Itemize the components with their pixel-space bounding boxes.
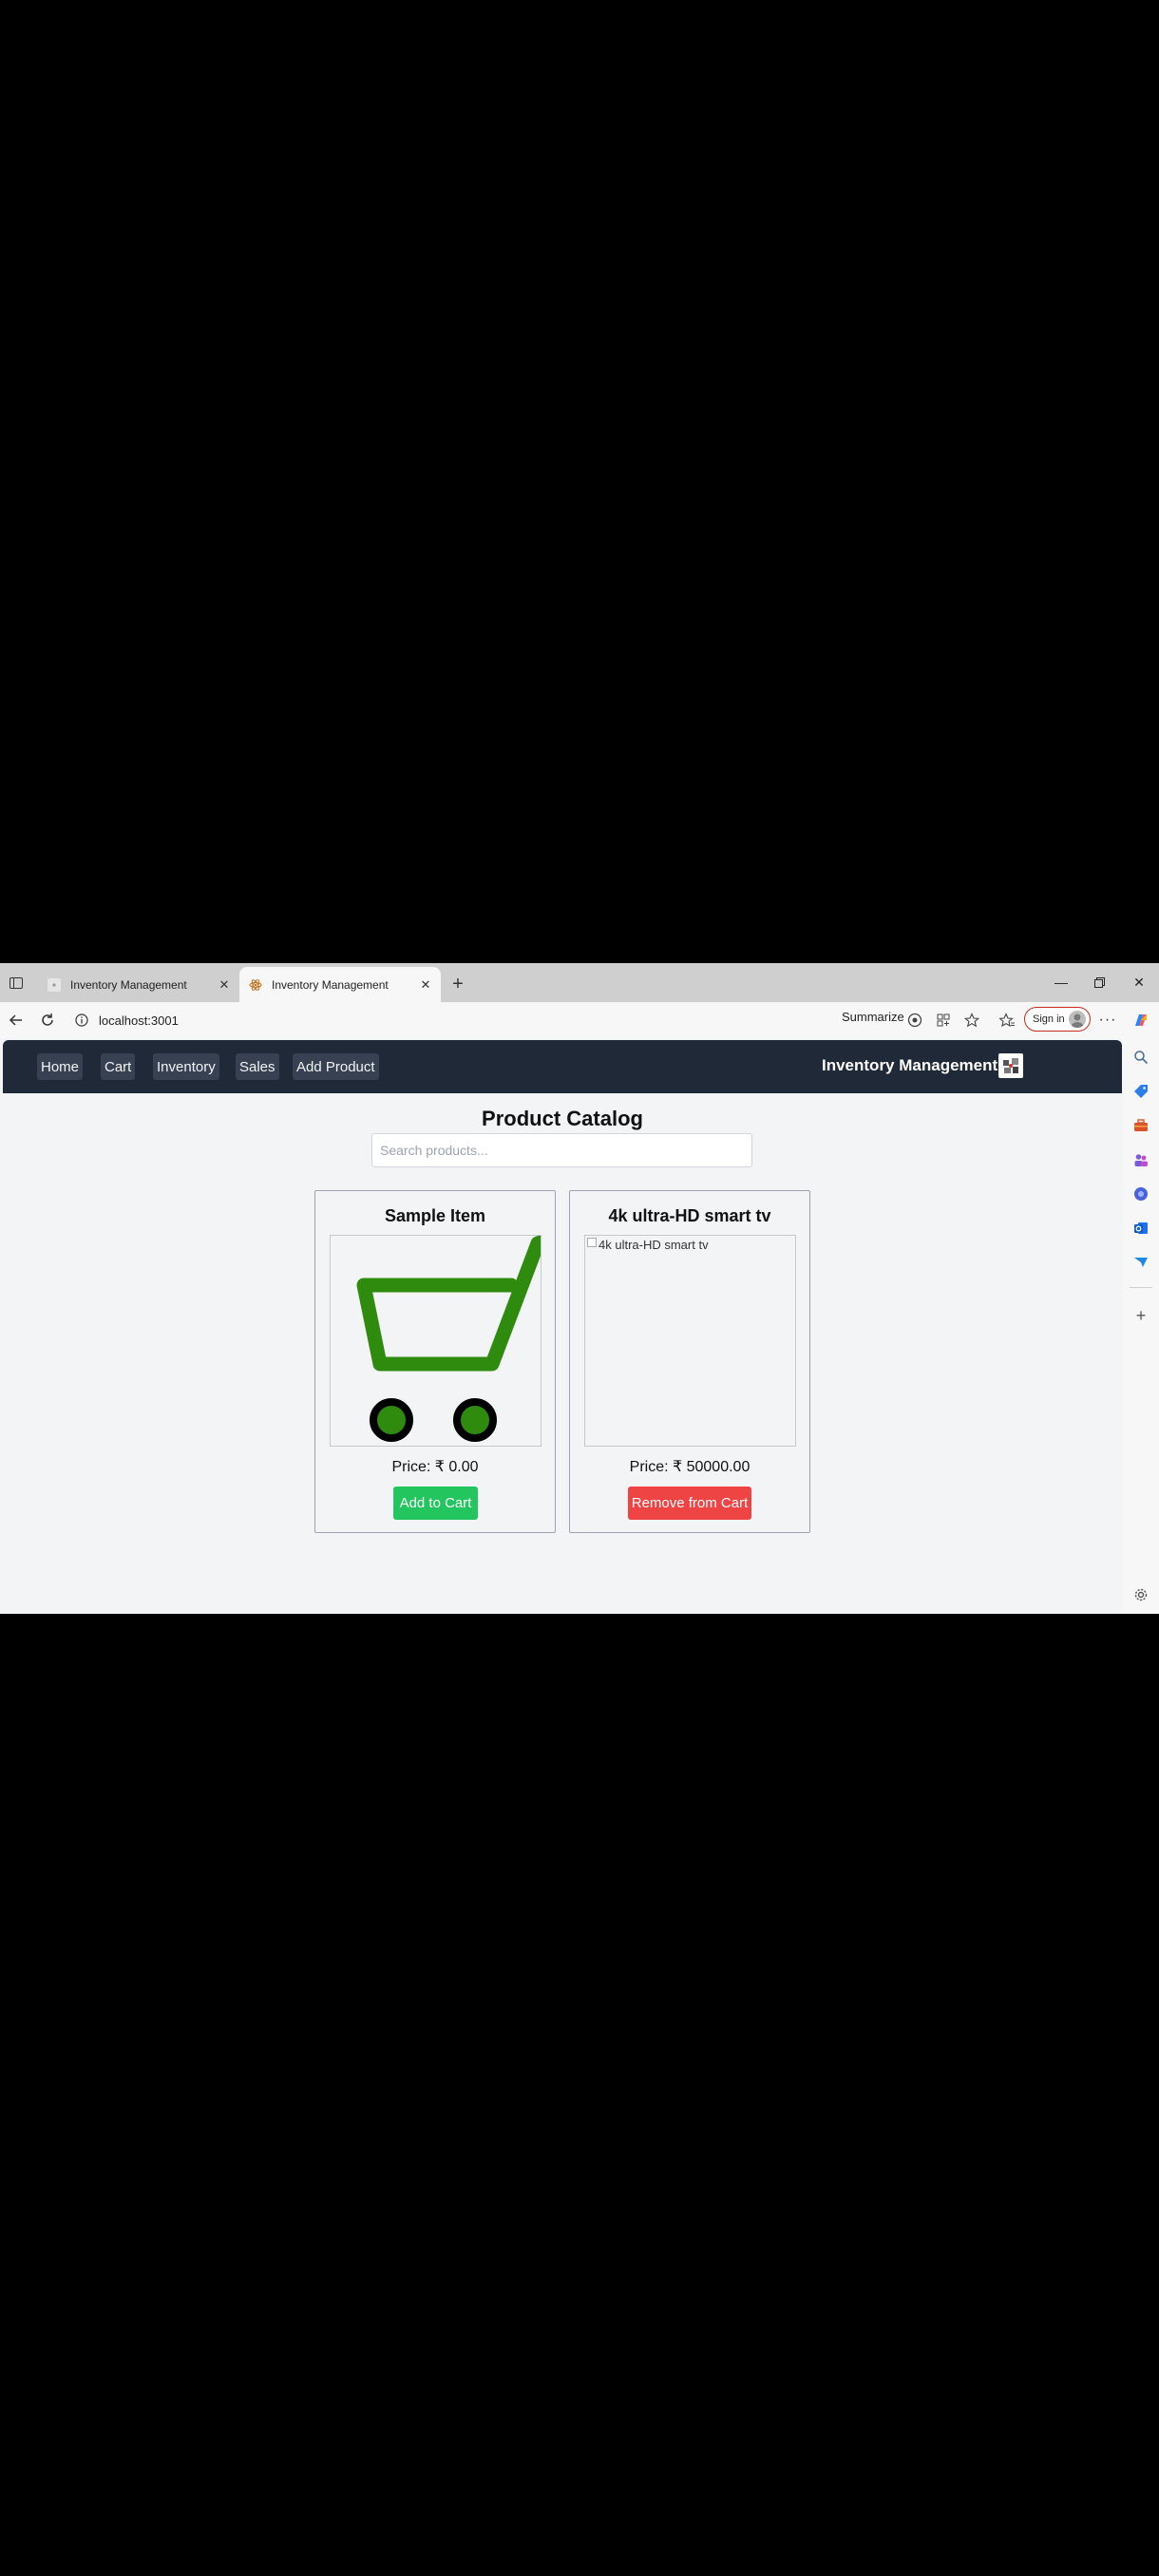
send-icon xyxy=(1134,1258,1148,1267)
sidebar-copilot-button[interactable] xyxy=(1131,1184,1150,1203)
search-icon xyxy=(1134,1051,1149,1065)
sidebar-tools-button[interactable] xyxy=(1131,1116,1150,1135)
close-icon[interactable]: ✕ xyxy=(416,975,435,994)
product-card: Sample Item Price: ₹ 0.00 Add to Cart xyxy=(314,1190,556,1533)
tab-actions-icon xyxy=(10,977,23,989)
browser-window: Inventory Management ✕ Inventory Managem… xyxy=(0,963,1159,1614)
copilot-icon xyxy=(907,1013,922,1028)
restore-icon xyxy=(1093,976,1105,988)
new-tab-button[interactable]: + xyxy=(446,974,469,994)
toolbox-icon xyxy=(1134,1119,1148,1131)
sign-in-button[interactable]: Sign in xyxy=(1024,1007,1091,1032)
apps-icon xyxy=(937,1013,950,1027)
sidebar-shopping-button[interactable] xyxy=(1131,1082,1150,1101)
sign-in-label: Sign in xyxy=(1033,1013,1065,1025)
app-available-button[interactable] xyxy=(932,1009,955,1032)
outlook-icon xyxy=(1134,1222,1148,1234)
restore-button[interactable] xyxy=(1077,969,1121,995)
plus-icon: + xyxy=(1135,1305,1147,1325)
nav-sales[interactable]: Sales xyxy=(236,1053,279,1080)
product-image xyxy=(330,1235,542,1447)
favorite-button[interactable] xyxy=(960,1009,983,1032)
summarize-button[interactable]: Summarize xyxy=(842,1010,904,1024)
tab-inventory-1[interactable]: Inventory Management ✕ xyxy=(38,967,239,1002)
copilot-apps-icon xyxy=(1134,1187,1148,1201)
sidebar-settings-button[interactable] xyxy=(1131,1585,1150,1604)
broken-image-icon xyxy=(587,1238,597,1247)
product-name: Sample Item xyxy=(384,1206,486,1225)
inventory-logo-icon xyxy=(1003,1058,1018,1073)
sidebar-add-button[interactable]: + xyxy=(1131,1306,1150,1325)
tab-strip: Inventory Management ✕ Inventory Managem… xyxy=(0,963,1159,1002)
favorites-button[interactable] xyxy=(996,1009,1018,1032)
app-navbar: Home Cart Inventory Sales Add Product In… xyxy=(3,1040,1122,1093)
close-icon[interactable]: ✕ xyxy=(215,975,234,994)
favorites-star-icon xyxy=(999,1013,1015,1028)
refresh-button[interactable] xyxy=(36,1009,59,1032)
react-favicon-icon xyxy=(48,977,61,992)
more-icon: ··· xyxy=(1098,1012,1117,1028)
more-menu-button[interactable]: ··· xyxy=(1096,1009,1119,1032)
close-icon: ✕ xyxy=(1133,974,1145,990)
remove-from-cart-button[interactable]: Remove from Cart xyxy=(628,1487,751,1520)
product-price: Price: ₹ 0.00 xyxy=(391,1459,479,1475)
nav-home[interactable]: Home xyxy=(37,1053,84,1080)
shopping-cart-icon xyxy=(356,1236,541,1442)
site-info-icon[interactable] xyxy=(74,1013,89,1028)
back-button[interactable] xyxy=(5,1009,28,1032)
tab-inventory-2[interactable]: Inventory Management ✕ xyxy=(239,967,441,1002)
refresh-icon xyxy=(42,1013,53,1026)
product-card: 4k ultra-HD smart tv 4k ultra-HD smart t… xyxy=(569,1190,810,1533)
nav-cart[interactable]: Cart xyxy=(101,1053,136,1080)
nav-inventory[interactable]: Inventory xyxy=(153,1053,219,1080)
search-input[interactable] xyxy=(371,1133,752,1167)
sidebar-divider xyxy=(1130,1287,1152,1288)
tab-title: Inventory Management xyxy=(70,977,187,992)
sidebar-outlook-button[interactable] xyxy=(1131,1219,1150,1238)
browser-sidebar: + xyxy=(1122,1038,1159,1614)
copilot-summarize-button[interactable] xyxy=(903,1009,926,1032)
sidebar-people-button[interactable] xyxy=(1131,1150,1150,1169)
plus-icon: + xyxy=(452,973,464,994)
avatar xyxy=(1069,1011,1086,1028)
product-image: 4k ultra-HD smart tv xyxy=(584,1235,796,1447)
people-icon xyxy=(1134,1154,1148,1166)
image-alt-text: 4k ultra-HD smart tv xyxy=(598,1238,709,1252)
address-bar[interactable]: localhost:3001 xyxy=(66,1007,836,1033)
window-close-button[interactable]: ✕ xyxy=(1117,969,1159,995)
star-icon xyxy=(964,1013,979,1028)
sidebar-search-button[interactable] xyxy=(1131,1048,1150,1067)
nav-add-product[interactable]: Add Product xyxy=(293,1053,379,1080)
sidebar-send-button[interactable] xyxy=(1131,1253,1150,1272)
add-to-cart-button[interactable]: Add to Cart xyxy=(393,1487,478,1520)
product-name: 4k ultra-HD smart tv xyxy=(608,1206,771,1225)
tab-actions-button[interactable] xyxy=(6,973,27,994)
page-title: Product Catalog xyxy=(482,1107,643,1130)
copilot-logo-icon xyxy=(1135,1014,1147,1026)
tag-icon xyxy=(1134,1085,1148,1098)
page-viewport: Home Cart Inventory Sales Add Product In… xyxy=(3,1040,1122,1611)
gear-icon xyxy=(1134,1588,1148,1601)
back-arrow-icon xyxy=(9,1014,22,1026)
url-text: localhost:3001 xyxy=(99,1013,179,1028)
react-favicon-icon xyxy=(249,978,262,992)
copilot-button[interactable] xyxy=(1130,1009,1152,1032)
product-price: Price: ₹ 50000.00 xyxy=(629,1459,750,1475)
tab-title: Inventory Management xyxy=(272,977,389,992)
minimize-icon: — xyxy=(1054,975,1068,990)
brand-title: Inventory Management xyxy=(822,1056,998,1074)
brand-logo xyxy=(998,1053,1023,1078)
browser-toolbar: localhost:3001 Summarize Sign in ··· xyxy=(0,1002,1159,1038)
